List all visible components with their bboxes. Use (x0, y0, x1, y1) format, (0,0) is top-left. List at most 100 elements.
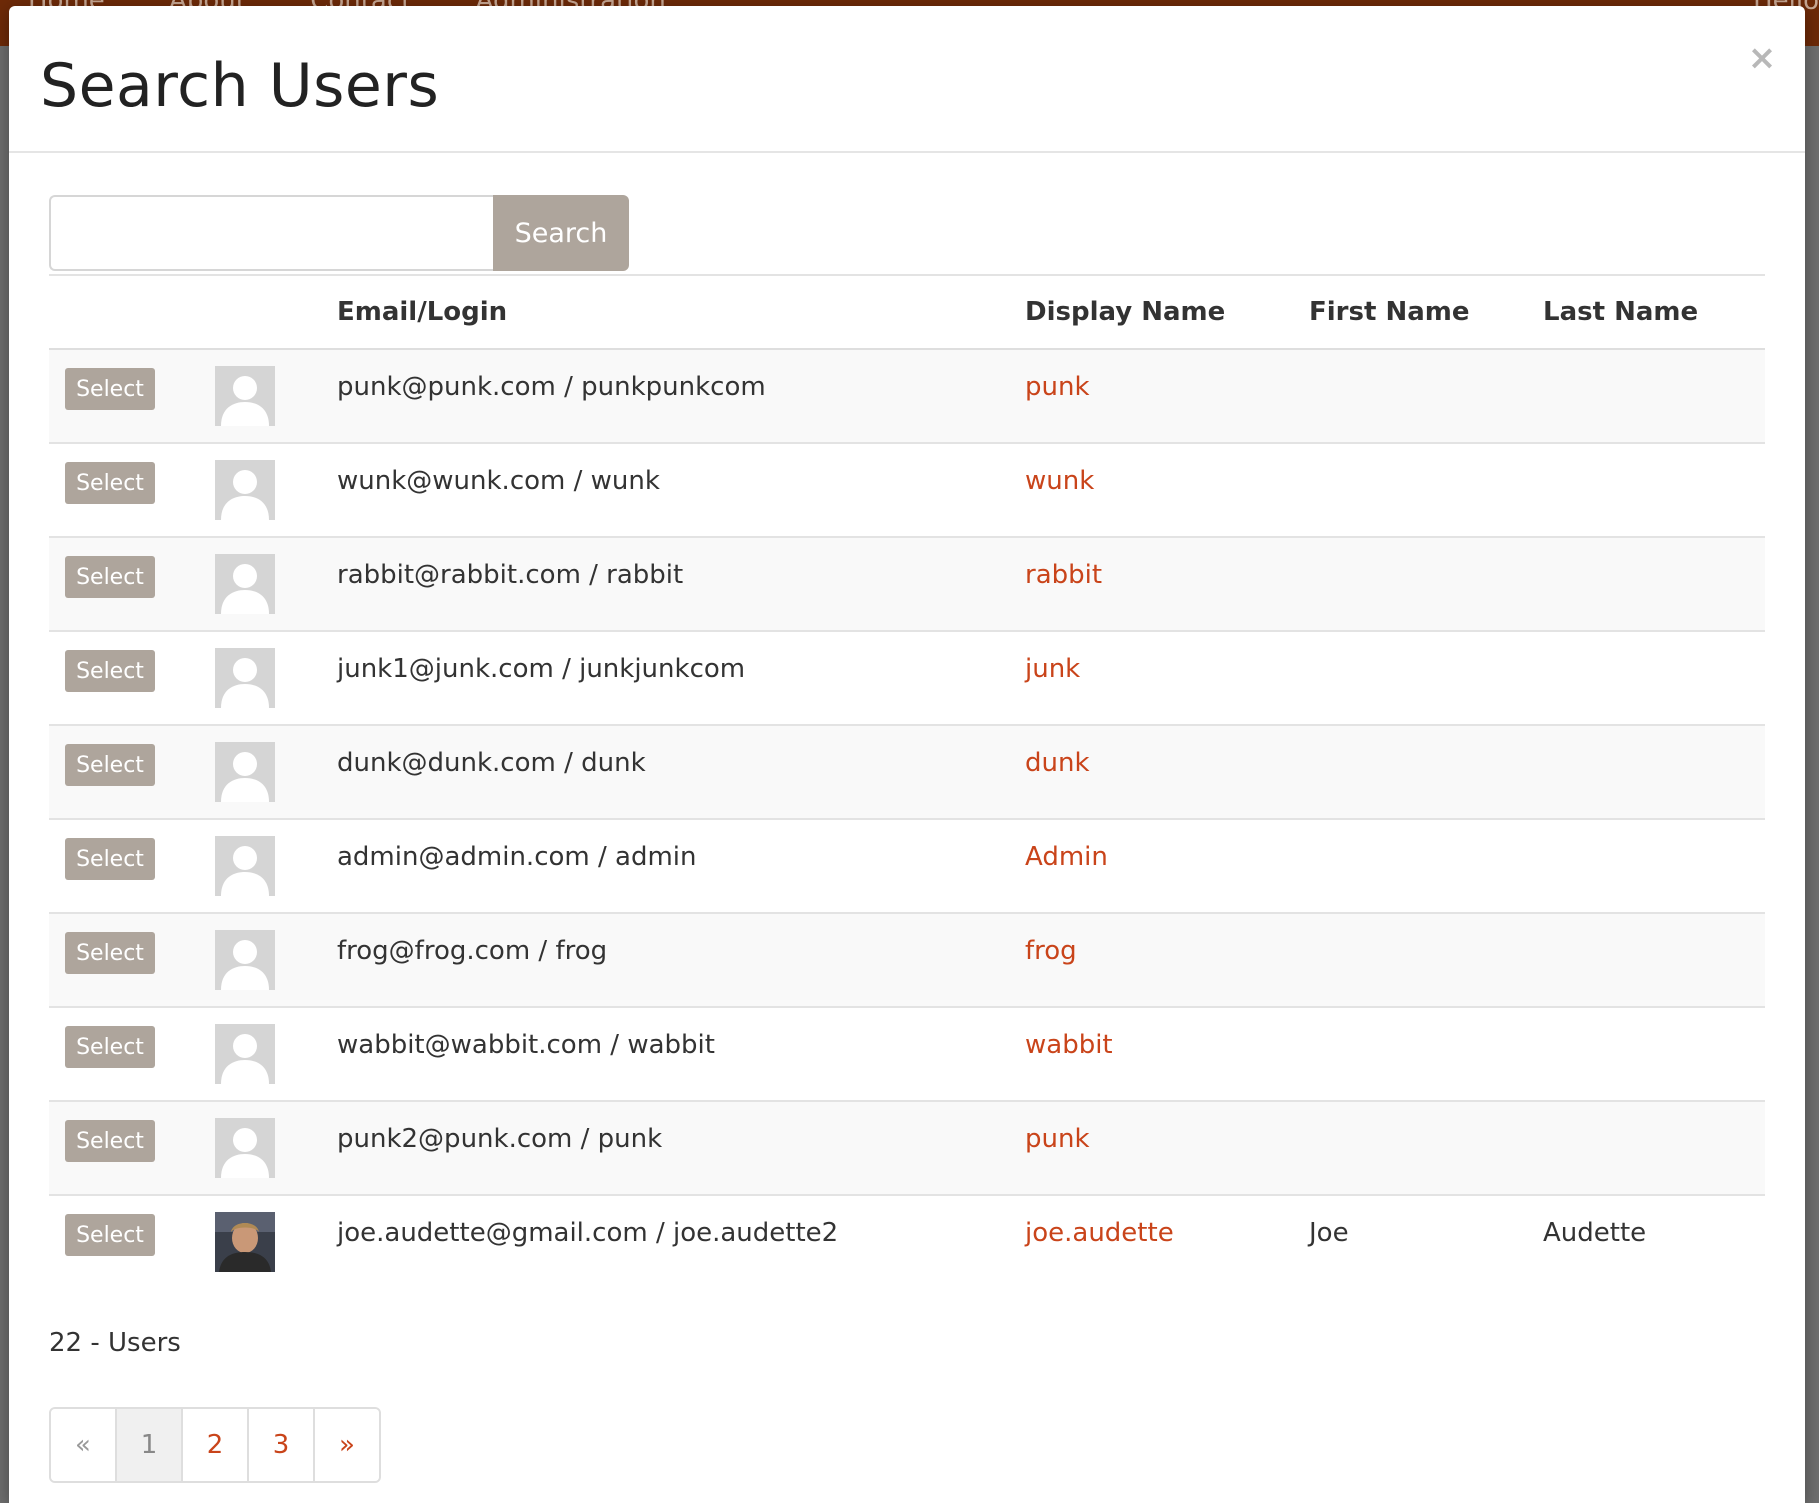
first-name-cell (1309, 819, 1543, 914)
last-name-cell (1543, 1007, 1765, 1102)
last-name-cell (1543, 819, 1765, 914)
display-name-cell: junk (1025, 631, 1309, 726)
avatar-cell (213, 349, 337, 444)
pagination-page-3[interactable]: 3 (249, 1409, 315, 1481)
search-input[interactable] (49, 195, 493, 271)
pagination-prev[interactable]: « (51, 1409, 117, 1481)
email-login: joe.audette@gmail.com / joe.audette2 (337, 1218, 839, 1248)
header-last-name: Last Name (1543, 275, 1765, 350)
avatar-cell (213, 1101, 337, 1196)
table-row: Select punk2@punk.com / punk punk (49, 1101, 1765, 1196)
email-login-cell: punk@punk.com / punkpunkcom (337, 349, 1025, 444)
first-name-cell (1309, 1101, 1543, 1196)
close-icon[interactable]: × (1745, 38, 1779, 78)
search-button[interactable]: Search (493, 195, 629, 271)
email-login: frog@frog.com / frog (337, 936, 608, 966)
select-user-button[interactable]: Select (65, 1026, 155, 1068)
header-first-name: First Name (1309, 275, 1543, 350)
email-login: wunk@wunk.com / wunk (337, 466, 660, 496)
last-name: Audette (1543, 1218, 1647, 1248)
default-avatar-icon (215, 460, 275, 520)
last-name-cell: Audette (1543, 1195, 1765, 1288)
pagination-page-2[interactable]: 2 (183, 1409, 249, 1481)
select-user-button[interactable]: Select (65, 838, 155, 880)
avatar-cell (213, 537, 337, 632)
last-name (1543, 538, 1765, 558)
email-login: punk@punk.com / punkpunkcom (337, 372, 766, 402)
modal-title: Search Users (40, 51, 440, 121)
table-row: Select admin@admin.com / admin Admin (49, 819, 1765, 914)
select-cell: Select (49, 349, 213, 444)
select-user-button[interactable]: Select (65, 368, 155, 410)
select-cell: Select (49, 913, 213, 1008)
display-name-link[interactable]: punk (1025, 1124, 1090, 1154)
email-login-cell: wabbit@wabbit.com / wabbit (337, 1007, 1025, 1102)
select-cell: Select (49, 537, 213, 632)
avatar-cell (213, 725, 337, 820)
last-name (1543, 1102, 1765, 1122)
display-name-link[interactable]: punk (1025, 372, 1090, 402)
last-name (1543, 1008, 1765, 1028)
last-name (1543, 914, 1765, 934)
display-name-link[interactable]: wunk (1025, 466, 1094, 496)
last-name-cell (1543, 725, 1765, 820)
first-name (1309, 820, 1543, 840)
default-avatar-icon (215, 554, 275, 614)
default-avatar-icon (215, 836, 275, 896)
last-name (1543, 820, 1765, 840)
table-row: Select rabbit@rabbit.com / rabbit rabbit (49, 537, 1765, 632)
select-user-button[interactable]: Select (65, 744, 155, 786)
display-name-link[interactable]: wabbit (1025, 1030, 1113, 1060)
last-name (1543, 444, 1765, 464)
default-avatar-icon (215, 366, 275, 426)
select-user-button[interactable]: Select (65, 932, 155, 974)
display-name-cell: rabbit (1025, 537, 1309, 632)
user-count: 22 - Users (49, 1328, 181, 1358)
display-name-wrapper: punk (1025, 350, 1309, 404)
email-login-cell: dunk@dunk.com / dunk (337, 725, 1025, 820)
table-row: Select joe.audette@gmail.com / joe.audett… (49, 1195, 1765, 1288)
email-login-cell: admin@admin.com / admin (337, 819, 1025, 914)
default-avatar-icon (215, 648, 275, 708)
display-name-link[interactable]: frog (1025, 936, 1077, 966)
email-login: punk2@punk.com / punk (337, 1124, 663, 1154)
first-name-cell (1309, 443, 1543, 538)
pagination-next[interactable]: » (315, 1409, 379, 1481)
search-users-modal: Search Users × Search Email/Login Displa… (9, 6, 1805, 1503)
select-user-button[interactable]: Select (65, 1120, 155, 1162)
first-name (1309, 726, 1543, 746)
header-avatar (213, 275, 337, 350)
display-name-link[interactable]: junk (1025, 654, 1080, 684)
pagination-page-1[interactable]: 1 (117, 1409, 183, 1481)
email-login: admin@admin.com / admin (337, 842, 697, 872)
select-user-button[interactable]: Select (65, 556, 155, 598)
display-name-cell: Admin (1025, 819, 1309, 914)
select-cell: Select (49, 1195, 213, 1288)
email-login-cell: punk2@punk.com / punk (337, 1101, 1025, 1196)
last-name-cell (1543, 913, 1765, 1008)
display-name-wrapper: wunk (1025, 444, 1309, 498)
email-login-cell: frog@frog.com / frog (337, 913, 1025, 1008)
email-login-cell: junk1@junk.com / junkjunkcom (337, 631, 1025, 726)
table-header-row: Email/Login Display Name First Name Last… (49, 275, 1765, 350)
first-name-cell: Joe (1309, 1195, 1543, 1288)
display-name-link[interactable]: joe.audette (1025, 1218, 1174, 1248)
first-name-cell (1309, 537, 1543, 632)
display-name-wrapper: junk (1025, 632, 1309, 686)
select-user-button[interactable]: Select (65, 1214, 155, 1256)
display-name-cell: dunk (1025, 725, 1309, 820)
first-name (1309, 1008, 1543, 1028)
users-table: Email/Login Display Name First Name Last… (49, 274, 1765, 1288)
select-user-button[interactable]: Select (65, 650, 155, 692)
last-name (1543, 726, 1765, 746)
display-name-wrapper: joe.audette (1025, 1196, 1309, 1250)
search-bar: Search (49, 195, 629, 271)
avatar-cell (213, 1195, 337, 1288)
display-name-link[interactable]: Admin (1025, 842, 1108, 872)
select-user-button[interactable]: Select (65, 462, 155, 504)
user-photo-avatar (215, 1212, 275, 1272)
last-name-cell (1543, 631, 1765, 726)
display-name-cell: frog (1025, 913, 1309, 1008)
display-name-link[interactable]: rabbit (1025, 560, 1102, 590)
display-name-link[interactable]: dunk (1025, 748, 1090, 778)
